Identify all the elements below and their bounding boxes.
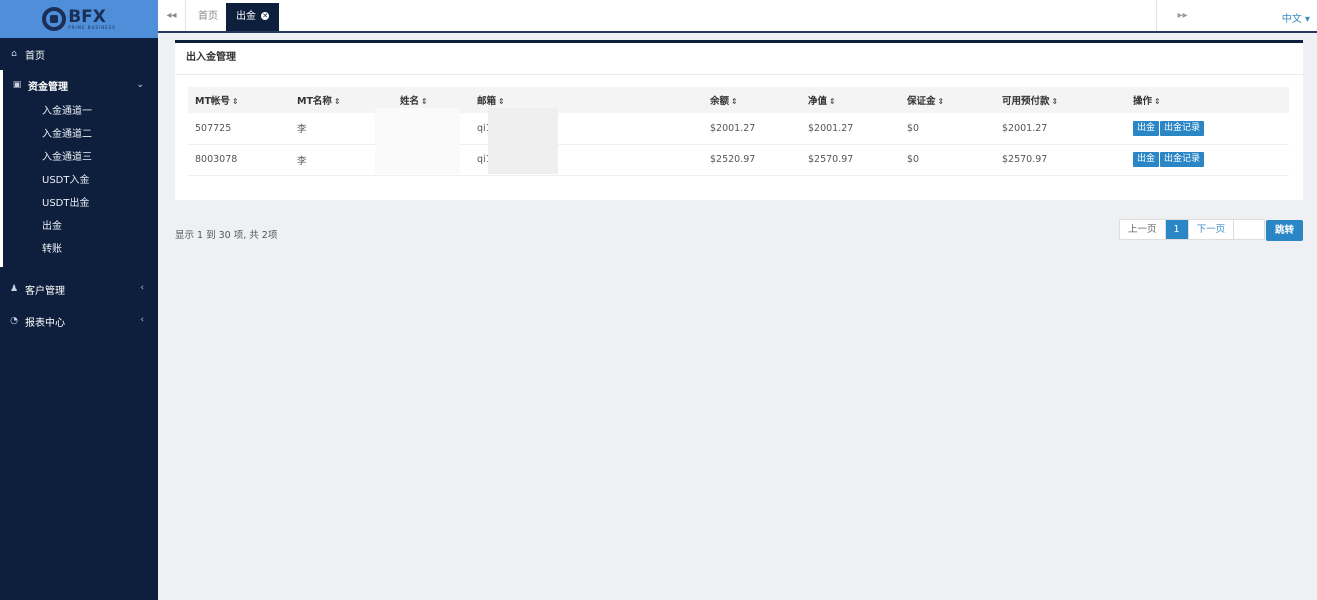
sidebar-subitem[interactable]: 出金	[3, 215, 158, 238]
jump-button[interactable]: 跳转	[1266, 220, 1303, 241]
sort-icon: ⇕	[731, 97, 738, 106]
table-row: 8003078 李 李 qi1 3.com $2520.97 $2570.97 …	[188, 144, 1289, 176]
brand-name: BFX	[68, 6, 106, 27]
col-header[interactable]: 保证金 ⇕	[900, 87, 995, 113]
sort-icon: ⇕	[1051, 97, 1059, 106]
cell-free-margin: $2570.97	[995, 144, 1126, 176]
col-header[interactable]: 可用预付款 ⇕	[995, 87, 1126, 113]
cell-account: 8003078	[188, 144, 290, 176]
redaction-overlay	[375, 108, 460, 174]
cell-account: 507725	[188, 113, 290, 145]
page-jump-input[interactable]	[1234, 220, 1264, 239]
brand-sub: PRIME BUSINESS	[68, 24, 116, 30]
sidebar-item-label: 首页	[25, 50, 45, 62]
table-row: 507725 李 李 qi1 3.com $2001.27 $2001.27 $…	[188, 113, 1289, 145]
sidebar-item-reports[interactable]: ◔ 报表中心 ‹	[0, 305, 158, 337]
tab-scroll-back-icon[interactable]: ◂◂	[158, 0, 186, 31]
cell-margin: $0	[900, 144, 995, 176]
sidebar-subitem[interactable]: 入金通道一	[3, 100, 158, 123]
chevron-left-icon: ‹	[140, 283, 144, 293]
tab-scroll-forward-icon[interactable]: ▸▸	[1156, 0, 1208, 31]
sort-icon: ⇕	[333, 97, 341, 106]
col-header[interactable]: 净值 ⇕	[801, 87, 900, 113]
pagination-info: 显示 1 到 30 项, 共 2项	[175, 230, 278, 241]
withdraw-history-button[interactable]: 出金记录	[1160, 152, 1205, 167]
logo-mark-icon	[42, 7, 67, 31]
table-header-row: MT帐号 ⇕ MT名称 ⇕ 姓名 ⇕ 邮箱 ⇕ 余额 ⇕ 净值 ⇕ 保证金 ⇕ 可用预付款 ⇕ …	[188, 87, 1289, 113]
sidebar-item-funds[interactable]: ▣ 资金管理 ⌄	[0, 70, 158, 100]
col-header[interactable]: 余额 ⇕	[703, 87, 801, 113]
tab-bar: ◂◂ 首页 出金 ✕ ▸▸ 中文 ▾	[158, 0, 1317, 33]
funds-panel: 出入金管理 MT帐号 ⇕ MT名称 ⇕ 姓名 ⇕ 邮箱 ⇕ 余额 ⇕ 净值 ⇕ 保证金 ⇕ 可…	[175, 40, 1303, 200]
funds-submenu: 入金通道一 入金通道二 入金通道三 USDT入金 USDT出金 出金 转账	[0, 100, 158, 267]
accounts-table: MT帐号 ⇕ MT名称 ⇕ 姓名 ⇕ 邮箱 ⇕ 余额 ⇕ 净值 ⇕ 保证金 ⇕ 可用预付款 ⇕ …	[188, 87, 1289, 176]
sidebar-subitem[interactable]: 转账	[3, 238, 158, 261]
withdraw-button[interactable]: 出金	[1133, 152, 1160, 167]
redaction-overlay	[488, 108, 558, 174]
sort-icon: ⇕	[498, 97, 505, 106]
cell-actions: 出金 出金记录	[1126, 144, 1289, 176]
users-icon: ♟	[9, 284, 19, 294]
sidebar-item-customers[interactable]: ♟ 客户管理 ‹	[0, 273, 158, 305]
col-header[interactable]: 操作 ⇕	[1126, 87, 1289, 113]
cell-balance: $2001.27	[703, 113, 801, 145]
next-page-button[interactable]: 下一页	[1189, 220, 1235, 239]
cell-equity: $2001.27	[801, 113, 900, 145]
sidebar-item-label: 客户管理	[25, 285, 65, 297]
tab-label: 出金	[236, 11, 256, 22]
sidebar-item-home[interactable]: ⌂ 首页	[0, 38, 158, 70]
cell-equity: $2570.97	[801, 144, 900, 176]
pagination: 上一页 1 下一页	[1119, 219, 1266, 240]
pie-chart-icon: ◔	[10, 316, 18, 326]
sidebar-item-label: 报表中心	[25, 317, 65, 329]
tab-withdraw[interactable]: 出金 ✕	[226, 3, 280, 31]
withdraw-history-button[interactable]: 出金记录	[1160, 120, 1205, 136]
sort-icon: ⇕	[829, 97, 836, 106]
language-selector[interactable]: 中文 ▾	[1282, 10, 1310, 25]
sidebar-subitem[interactable]: 入金通道三	[3, 146, 158, 169]
sort-icon: ⇕	[937, 97, 945, 106]
sidebar-item-label: 资金管理	[28, 81, 68, 93]
sidebar-subitem[interactable]: USDT入金	[3, 169, 158, 192]
page-number-button[interactable]: 1	[1165, 220, 1189, 239]
brand-logo[interactable]: BFX PRIME BUSINESS	[0, 0, 158, 38]
panel-title: 出入金管理	[175, 43, 1303, 75]
chevron-left-icon: ‹	[140, 315, 144, 325]
cell-margin: $0	[900, 113, 995, 145]
withdraw-button[interactable]: 出金	[1133, 120, 1160, 136]
sort-icon: ⇕	[1154, 97, 1161, 106]
sort-icon: ⇕	[231, 97, 239, 106]
home-icon: ⌂	[11, 49, 17, 59]
sidebar-subitem[interactable]: USDT出金	[3, 192, 158, 215]
col-header[interactable]: MT帐号 ⇕	[188, 87, 290, 113]
cell-actions: 出金 出金记录	[1126, 113, 1289, 145]
sidebar-subitem[interactable]: 入金通道二	[3, 123, 158, 146]
chevron-down-icon: ⌄	[136, 80, 144, 90]
money-icon: ▣	[12, 80, 22, 90]
cell-balance: $2520.97	[703, 144, 801, 176]
cell-free-margin: $2001.27	[995, 113, 1126, 145]
sort-icon: ⇕	[421, 97, 428, 106]
tab-home[interactable]: 首页	[190, 5, 226, 29]
sidebar: BFX PRIME BUSINESS ⌂ 首页 ▣ 资金管理 ⌄ 入金通道一 入…	[0, 0, 158, 600]
prev-page-button[interactable]: 上一页	[1120, 220, 1166, 239]
close-icon[interactable]: ✕	[261, 12, 270, 20]
